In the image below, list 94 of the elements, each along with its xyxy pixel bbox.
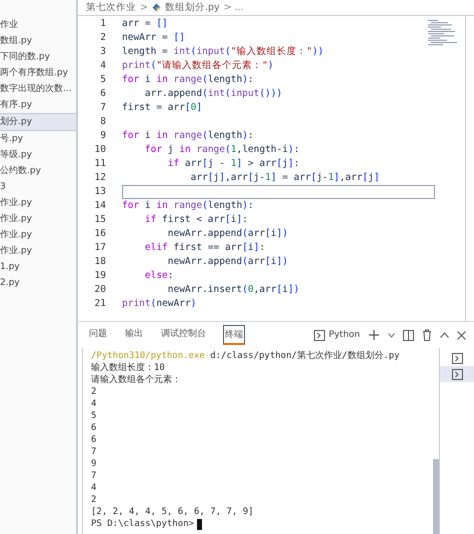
text-cursor bbox=[196, 518, 202, 530]
file-item[interactable]: 号.py bbox=[0, 131, 76, 147]
terminal-line: 输入数组长度：10 bbox=[91, 362, 166, 374]
file-item[interactable]: 数组.py bbox=[0, 33, 76, 49]
code-line: newArr.append(arr[i]) bbox=[166, 227, 288, 241]
line-number: 4 bbox=[99, 59, 106, 73]
file-item[interactable]: 2.py bbox=[0, 275, 76, 291]
terminal-instance[interactable] bbox=[440, 366, 474, 382]
file-item[interactable]: 1.py bbox=[0, 259, 76, 275]
code-line: print("请输入数组各个元素：") bbox=[122, 59, 274, 73]
code-line: else: bbox=[144, 269, 174, 283]
file-item[interactable]: 作业 bbox=[0, 17, 76, 33]
line-number: 2 bbox=[99, 31, 106, 45]
file-item[interactable]: 作业.py bbox=[0, 227, 76, 243]
line-number: 16 bbox=[94, 227, 106, 241]
file-item[interactable]: 数字出现的次数... bbox=[0, 81, 76, 97]
line-number: 14 bbox=[94, 199, 106, 213]
terminal-line: 9 bbox=[91, 458, 98, 470]
terminal-line: 请输入数组各个元素： bbox=[91, 374, 182, 386]
line-number: 21 bbox=[94, 297, 106, 311]
line-number: 17 bbox=[94, 241, 106, 255]
line-number: 7 bbox=[99, 101, 106, 115]
code-line: length = int(input("输入数组长度：")) bbox=[122, 45, 324, 59]
code-line: if first < arr[i]: bbox=[144, 213, 248, 227]
line-number: 1 bbox=[99, 17, 106, 31]
breadcrumb-more[interactable]: > ... bbox=[224, 2, 244, 13]
terminal-prompt: PS D:\class\python> bbox=[91, 518, 194, 530]
file-item[interactable]: 划分.py bbox=[0, 113, 76, 131]
breadcrumb-item[interactable]: 第七次作业 bbox=[86, 1, 136, 14]
close-icon[interactable] bbox=[457, 330, 466, 340]
code-line: if arr[j - 1] > arr[j]: bbox=[166, 157, 300, 171]
file-item[interactable]: 下同的数.py bbox=[0, 49, 76, 65]
panel-tab[interactable]: 终端 bbox=[223, 325, 245, 345]
code-line: arr = [] bbox=[122, 17, 168, 31]
code-line: for i in range(length): bbox=[122, 73, 254, 87]
file-item[interactable]: 公约数.py bbox=[0, 163, 76, 179]
scrollbar-thumb[interactable] bbox=[433, 459, 439, 534]
line-number: 9 bbox=[99, 129, 106, 143]
code-line: arr.append(int(input())) bbox=[144, 87, 282, 101]
line-number: 3 bbox=[99, 45, 106, 59]
line-number: 18 bbox=[94, 255, 106, 269]
code-line: print(newArr) bbox=[122, 297, 196, 311]
panel-tab[interactable]: 调试控制台 bbox=[160, 325, 207, 345]
terminal-icon[interactable] bbox=[452, 352, 462, 364]
file-item[interactable]: 两个有序数组.py bbox=[0, 65, 76, 81]
terminal-line: 2 bbox=[91, 386, 98, 398]
file-item[interactable]: 作业.py bbox=[0, 211, 76, 227]
panel-tab[interactable]: 问题 bbox=[88, 325, 108, 345]
terminal-line: 7 bbox=[91, 470, 98, 482]
breadcrumb-item[interactable]: 数组划分.py bbox=[164, 1, 220, 14]
code-line: elif first == arr[i]: bbox=[144, 241, 266, 255]
python-file-icon[interactable] bbox=[152, 3, 161, 12]
file-item[interactable]: 有序.py bbox=[0, 97, 76, 113]
terminal-line: 5 bbox=[91, 410, 98, 422]
terminal-line: 4 bbox=[91, 482, 98, 494]
trash-icon[interactable] bbox=[422, 329, 432, 341]
code-line: first = arr[0] bbox=[122, 101, 202, 115]
line-number: 5 bbox=[99, 73, 106, 87]
terminal-line: 7 bbox=[91, 446, 98, 458]
line-number: 15 bbox=[94, 213, 106, 227]
line-number: 12 bbox=[94, 171, 106, 185]
line-number: 20 bbox=[94, 283, 106, 297]
file-item[interactable]: 作业.py bbox=[0, 243, 76, 259]
terminal-line: 4 bbox=[91, 398, 98, 410]
terminal-line: 6 bbox=[91, 422, 98, 434]
terminal-line: 2 bbox=[91, 494, 98, 506]
line-number: 11 bbox=[94, 157, 106, 171]
line-number: 19 bbox=[94, 269, 106, 283]
code-line: arr[j],arr[j-1] = arr[j-1],arr[j] bbox=[190, 171, 380, 185]
code-line: newArr.append(arr[i]) bbox=[166, 255, 288, 269]
breadcrumb-separator: > bbox=[140, 2, 148, 13]
terminal-line: /Python310/python.exe d:/class/python/第七次作业/数组划分.py bbox=[91, 350, 401, 362]
file-item[interactable]: 等级.py bbox=[0, 147, 76, 163]
chevron-down-icon[interactable] bbox=[388, 332, 395, 338]
terminal-selector[interactable]: Python bbox=[314, 330, 360, 340]
panel-tab[interactable]: 输出 bbox=[124, 325, 144, 345]
file-item[interactable]: 3 bbox=[0, 179, 76, 195]
code-line: newArr.insert(0,arr[i]) bbox=[166, 283, 300, 297]
code-line: newArr = [] bbox=[122, 31, 185, 45]
line-number: 10 bbox=[94, 143, 106, 157]
terminal-line: 6 bbox=[91, 434, 98, 446]
line-number: 13 bbox=[94, 185, 106, 199]
line-number: 6 bbox=[99, 87, 106, 101]
chevron-up-icon[interactable] bbox=[440, 332, 449, 338]
code-line: for i in range(length): bbox=[122, 199, 254, 213]
file-item[interactable]: 作业.py bbox=[0, 195, 76, 211]
split-icon[interactable] bbox=[403, 330, 414, 340]
terminal-icon[interactable] bbox=[452, 368, 462, 380]
code-line: for i in range(length): bbox=[122, 129, 254, 143]
terminal-icon[interactable] bbox=[314, 330, 325, 340]
plus-icon[interactable] bbox=[368, 329, 380, 341]
line-number: 8 bbox=[99, 115, 106, 129]
terminal-line: [2, 2, 4, 4, 5, 6, 6, 7, 7, 9] bbox=[91, 506, 255, 518]
code-line: for j in range(1,length-i): bbox=[144, 143, 300, 157]
